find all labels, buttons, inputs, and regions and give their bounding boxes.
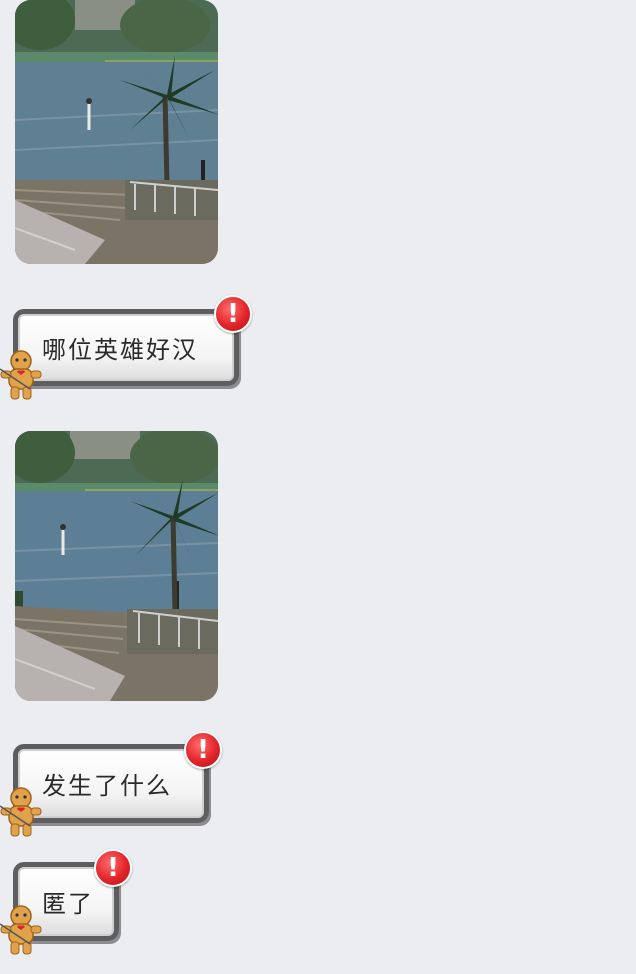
voodoo-doll-icon (0, 905, 42, 955)
alert-icon: ! (184, 731, 222, 769)
alert-icon: ! (214, 295, 252, 333)
voodoo-doll-icon (0, 787, 42, 837)
message-text: 发生了什么 (42, 772, 172, 800)
rainy-courtyard-photo (15, 431, 218, 701)
message-text: 哪位英雄好汉 (42, 336, 198, 364)
message-text: 匿了 (42, 890, 94, 918)
chat-image-1[interactable] (15, 0, 218, 264)
message-bubble-2[interactable]: 发生了什么 (13, 744, 209, 823)
alert-icon: ! (94, 849, 132, 887)
voodoo-doll-icon (0, 350, 42, 400)
rainy-courtyard-photo (15, 0, 218, 264)
chat-image-2[interactable] (15, 431, 218, 701)
message-bubble-1[interactable]: 哪位英雄好汉 (13, 309, 239, 386)
